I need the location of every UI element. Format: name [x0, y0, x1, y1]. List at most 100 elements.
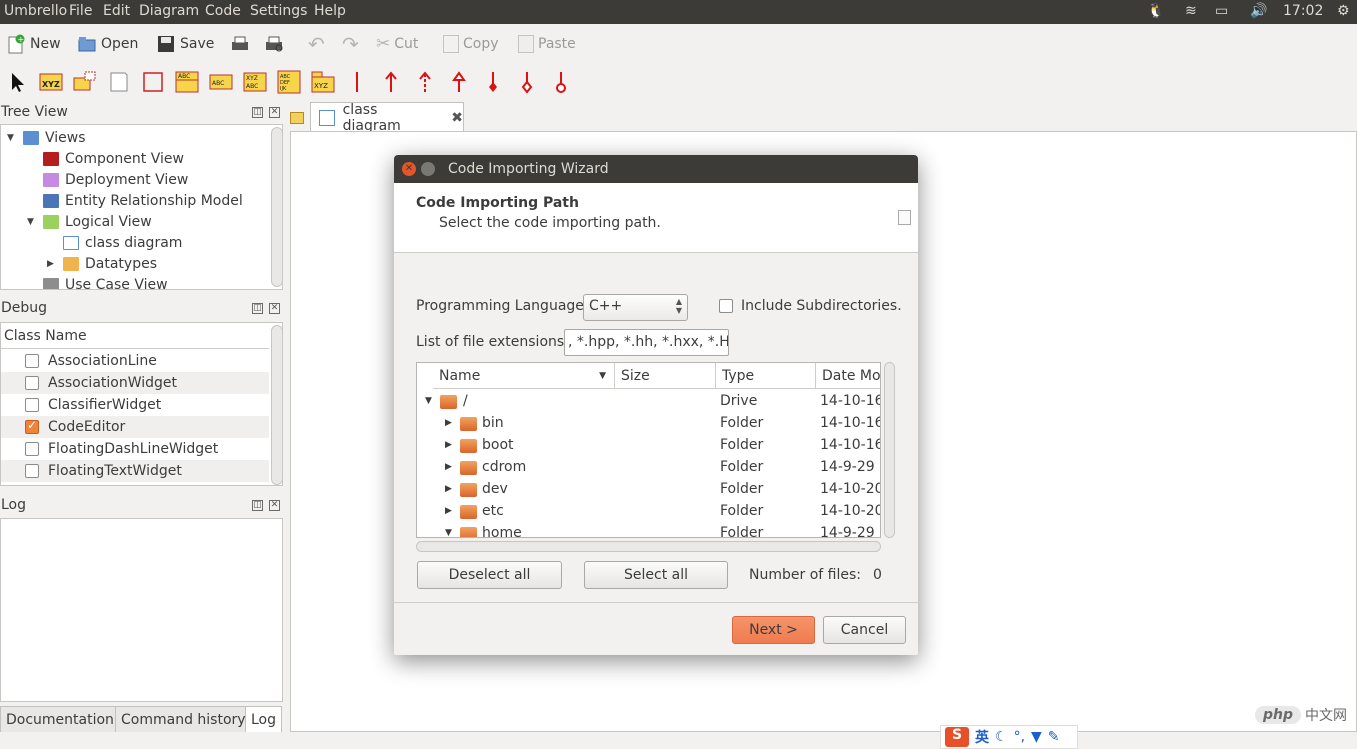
checkbox[interactable]	[25, 442, 39, 456]
undo-button[interactable]: ↶	[308, 32, 325, 56]
wifi-icon[interactable]: ≋	[1185, 3, 1197, 19]
wrench-icon[interactable]: ✎	[1048, 729, 1060, 745]
box-icon[interactable]	[141, 70, 165, 94]
menu-edit[interactable]: Edit	[103, 3, 130, 19]
minimize-window-icon[interactable]	[421, 162, 435, 176]
collapsed-triangle-icon[interactable]: ▶	[445, 418, 452, 428]
expanded-triangle-icon[interactable]: ▼	[27, 217, 37, 227]
debug-row[interactable]: ClassifierWidget	[1, 394, 269, 416]
tab-class-diagram[interactable]: class diagram ✖	[310, 102, 464, 134]
ime-toolbar[interactable]: S 英 ☾ °, ▼ ✎	[940, 725, 1078, 749]
entity-icon[interactable]: ABCDEFIJK	[277, 70, 301, 94]
select-arrow-icon[interactable]	[6, 70, 30, 94]
debug-row[interactable]: FloatingTextWidget	[1, 460, 269, 482]
expanded-triangle-icon[interactable]: ▼	[425, 396, 432, 406]
dependency-icon[interactable]	[413, 70, 437, 94]
checkbox[interactable]	[25, 398, 39, 412]
menu-settings[interactable]: Settings	[250, 3, 307, 19]
punctuation-icon[interactable]: °,	[1014, 729, 1025, 745]
volume-icon[interactable]: 🔊	[1250, 3, 1267, 19]
cancel-button[interactable]: Cancel	[823, 616, 906, 644]
redo-button[interactable]: ↷	[342, 32, 359, 56]
menu-file[interactable]: File	[69, 3, 92, 19]
close-tab-icon[interactable]: ✖	[451, 110, 463, 126]
save-button[interactable]: Save	[156, 32, 214, 56]
dialog-titlebar[interactable]: ✕ Code Importing Wizard	[394, 155, 918, 183]
ime-language[interactable]: 英	[975, 727, 989, 747]
log-panel[interactable]	[0, 518, 283, 702]
tree-item-logical-view[interactable]: ▼ Logical View	[27, 211, 152, 232]
battery-icon[interactable]: ▭	[1215, 3, 1228, 19]
checkbox[interactable]	[25, 464, 39, 478]
file-row[interactable]: ▶ cdrom Folder 14-9-29 1	[417, 457, 880, 479]
checkbox[interactable]	[25, 376, 39, 390]
tree-item-use-case-view[interactable]: Use Case View	[43, 274, 168, 289]
file-row[interactable]: ▼ home Folder 14-9-29 1	[417, 523, 880, 537]
enum-icon[interactable]: XYZABC	[243, 70, 267, 94]
column-type[interactable]: Type	[716, 363, 816, 389]
menu-help[interactable]: Help	[314, 3, 346, 19]
association-icon[interactable]	[345, 70, 369, 94]
clock[interactable]: 17:02	[1283, 3, 1323, 19]
composition-icon[interactable]	[481, 70, 505, 94]
tree-scrollbar[interactable]	[271, 127, 282, 287]
class-name-header[interactable]: Class Name	[1, 323, 269, 349]
moon-icon[interactable]: ☾	[995, 729, 1008, 745]
float-panel-icon[interactable]: ◫	[252, 303, 263, 314]
gear-icon[interactable]: ⚙	[1337, 3, 1350, 19]
file-row[interactable]: ▼ / Drive 14-10-16	[417, 391, 880, 413]
menu-diagram[interactable]: Diagram	[139, 3, 199, 19]
collapsed-triangle-icon[interactable]: ▶	[445, 484, 452, 494]
tree-item-component-view[interactable]: Component View	[43, 148, 184, 169]
expanded-triangle-icon[interactable]: ▼	[7, 133, 17, 143]
select-all-button[interactable]: Select all	[584, 561, 728, 589]
column-date-modified[interactable]: Date Mod	[816, 363, 880, 389]
checkbox[interactable]	[25, 354, 39, 368]
close-window-icon[interactable]: ✕	[402, 162, 416, 176]
float-panel-icon[interactable]: ◫	[252, 107, 263, 118]
print-button[interactable]	[230, 32, 250, 56]
expanded-triangle-icon[interactable]: ▼	[445, 528, 452, 537]
cut-button[interactable]: ✂ Cut	[376, 32, 418, 56]
debug-row[interactable]: AssociationLine	[1, 350, 269, 372]
generalization-icon[interactable]	[447, 70, 471, 94]
file-row[interactable]: ▶ etc Folder 14-10-20	[417, 501, 880, 523]
file-row[interactable]: ▶ bin Folder 14-10-16	[417, 413, 880, 435]
tree-item-views[interactable]: ▼ Views	[7, 127, 86, 148]
file-row[interactable]: ▶ boot Folder 14-10-16	[417, 435, 880, 457]
paste-button[interactable]: Paste	[518, 32, 576, 56]
column-name[interactable]: Name ▼	[433, 363, 615, 389]
deselect-all-button[interactable]: Deselect all	[417, 561, 562, 589]
language-select[interactable]: C++ ▲ ▼	[583, 294, 688, 321]
template-class-icon[interactable]	[73, 70, 97, 94]
tree-item-class-diagram[interactable]: class diagram	[63, 232, 182, 253]
include-subdirectories-checkbox[interactable]	[719, 299, 733, 313]
menu-code[interactable]: Code	[205, 3, 241, 19]
print-preview-button[interactable]	[264, 32, 284, 56]
collapsed-triangle-icon[interactable]: ▶	[47, 259, 57, 269]
copy-button[interactable]: Copy	[443, 32, 499, 56]
open-button[interactable]: Open	[77, 32, 138, 56]
file-row[interactable]: ▶ dev Folder 14-10-20	[417, 479, 880, 501]
debug-row[interactable]: AssociationWidget	[1, 372, 269, 394]
tux-icon[interactable]: 🐧	[1147, 3, 1164, 19]
debug-scrollbar[interactable]	[271, 325, 282, 485]
tree-item-datatypes[interactable]: ▶ Datatypes	[47, 253, 157, 274]
tab-log[interactable]: Log	[245, 706, 283, 732]
close-panel-icon[interactable]: ✕	[269, 500, 280, 511]
tree-item-deployment-view[interactable]: Deployment View	[43, 169, 188, 190]
file-list-vertical-scrollbar[interactable]	[884, 362, 895, 538]
tree-item-entity-relationship-model[interactable]: Entity Relationship Model	[43, 190, 243, 211]
collapsed-triangle-icon[interactable]: ▶	[445, 440, 452, 450]
new-tab-icon[interactable]	[290, 112, 304, 124]
column-size[interactable]: Size	[615, 363, 716, 389]
debug-row[interactable]: FloatingDashLineWidget	[1, 438, 269, 460]
collapsed-triangle-icon[interactable]: ▶	[445, 506, 452, 516]
package-icon[interactable]: XYZ	[311, 70, 335, 94]
close-panel-icon[interactable]: ✕	[269, 303, 280, 314]
datatype-icon[interactable]: ABC	[209, 70, 233, 94]
aggregation-icon[interactable]	[515, 70, 539, 94]
next-button[interactable]: Next >	[732, 616, 815, 644]
tab-command-history[interactable]: Command history	[115, 706, 252, 732]
shirt-icon[interactable]: ▼	[1031, 729, 1042, 745]
